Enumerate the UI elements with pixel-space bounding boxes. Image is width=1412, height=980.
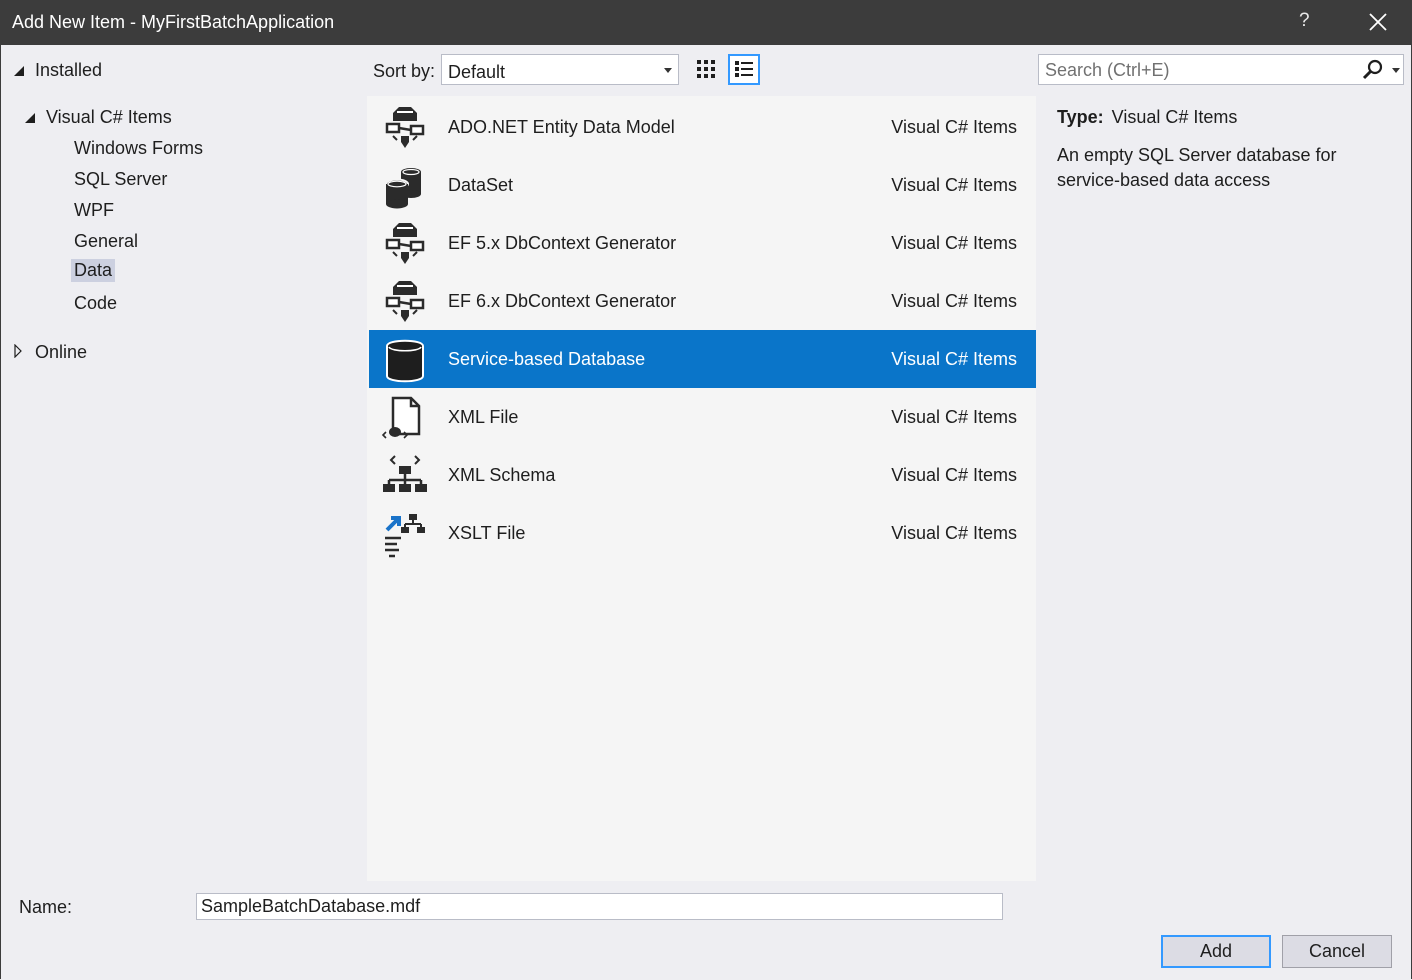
details-type: Type: Visual C# Items (1057, 107, 1237, 128)
tree-node-general[interactable]: General (74, 231, 138, 252)
chevron-down-icon (664, 68, 672, 73)
item-category: Visual C# Items (891, 291, 1017, 311)
xml-file-icon (381, 396, 421, 439)
list-item[interactable]: EF 5.x DbContext Generator Visual C# Ite… (369, 214, 1036, 272)
title-bar: Add New Item - MyFirstBatchApplication ? (0, 0, 1412, 45)
list-item[interactable]: EF 6.x DbContext Generator Visual C# Ite… (369, 272, 1036, 330)
search-box[interactable] (1038, 54, 1404, 86)
add-button[interactable]: Add (1161, 935, 1271, 968)
item-name: Service-based Database (448, 349, 646, 369)
search-input[interactable] (1039, 55, 1357, 86)
item-category: Visual C# Items (891, 349, 1017, 369)
list-item-selected[interactable]: Service-based Database Visual C# Items (369, 330, 1036, 388)
xml-schema-icon (383, 455, 427, 492)
grid-view-icon (697, 60, 715, 78)
item-name: EF 6.x DbContext Generator (448, 291, 677, 311)
small-icons-view-button[interactable] (691, 54, 723, 85)
tree-node-visual-csharp-items[interactable]: Visual C# Items (46, 107, 172, 128)
tree-node-data[interactable]: Data (71, 259, 116, 282)
tree-node-code[interactable]: Code (74, 293, 117, 314)
expanded-triangle-icon[interactable] (14, 66, 24, 76)
search-icon[interactable] (1361, 59, 1385, 81)
xslt-file-icon (385, 514, 425, 558)
list-item[interactable]: XML Schema Visual C# Items (369, 446, 1036, 504)
item-category: Visual C# Items (891, 465, 1017, 485)
item-category: Visual C# Items (891, 523, 1017, 543)
tree-node-wpf[interactable]: WPF (74, 200, 114, 221)
item-category: Visual C# Items (891, 407, 1017, 427)
close-icon[interactable] (1364, 8, 1392, 36)
item-name: XML File (448, 407, 519, 427)
database-icon (386, 339, 424, 383)
type-value: Visual C# Items (1111, 107, 1238, 127)
name-field[interactable] (196, 893, 1003, 920)
item-name: EF 5.x DbContext Generator (448, 233, 677, 253)
list-item[interactable]: XML File Visual C# Items (369, 388, 1036, 446)
expanded-triangle-icon[interactable] (25, 113, 35, 123)
template-list: ADO.NET Entity Data Model Visual C# Item… (367, 96, 1036, 881)
help-button[interactable]: ? (1299, 10, 1310, 32)
list-view-button[interactable] (728, 54, 760, 85)
dataset-icon (385, 168, 421, 209)
item-category: Visual C# Items (891, 233, 1017, 253)
item-name: XML Schema (448, 465, 556, 485)
list-item[interactable]: ADO.NET Entity Data Model Visual C# Item… (369, 98, 1036, 156)
list-item[interactable]: DataSet Visual C# Items (369, 156, 1036, 214)
sort-value: Default (448, 62, 506, 82)
tree-node-installed[interactable]: Installed (35, 60, 102, 81)
entity-model-icon (385, 223, 425, 264)
collapsed-triangle-icon[interactable] (14, 344, 22, 358)
type-label: Type: (1057, 107, 1104, 127)
details-description: An empty SQL Server database for service… (1057, 145, 1337, 190)
tree-node-windows-forms[interactable]: Windows Forms (74, 138, 203, 159)
sort-dropdown[interactable]: Default (441, 54, 679, 85)
item-category: Visual C# Items (891, 117, 1017, 137)
name-label: Name: (19, 897, 73, 917)
entity-model-icon (385, 107, 425, 148)
chevron-down-icon[interactable] (1392, 68, 1400, 73)
sort-label: Sort by: (373, 61, 436, 81)
entity-model-icon (385, 281, 425, 322)
list-view-icon (735, 61, 753, 77)
list-item[interactable]: XSLT File Visual C# Items (369, 504, 1036, 562)
tree-node-sql-server[interactable]: SQL Server (74, 169, 167, 190)
cancel-button[interactable]: Cancel (1282, 935, 1392, 968)
item-name: ADO.NET Entity Data Model (448, 117, 675, 137)
item-name: DataSet (448, 175, 514, 195)
window-title: Add New Item - MyFirstBatchApplication (12, 12, 335, 32)
item-category: Visual C# Items (891, 175, 1017, 195)
tree-node-online[interactable]: Online (35, 342, 87, 363)
item-name: XSLT File (448, 523, 526, 543)
